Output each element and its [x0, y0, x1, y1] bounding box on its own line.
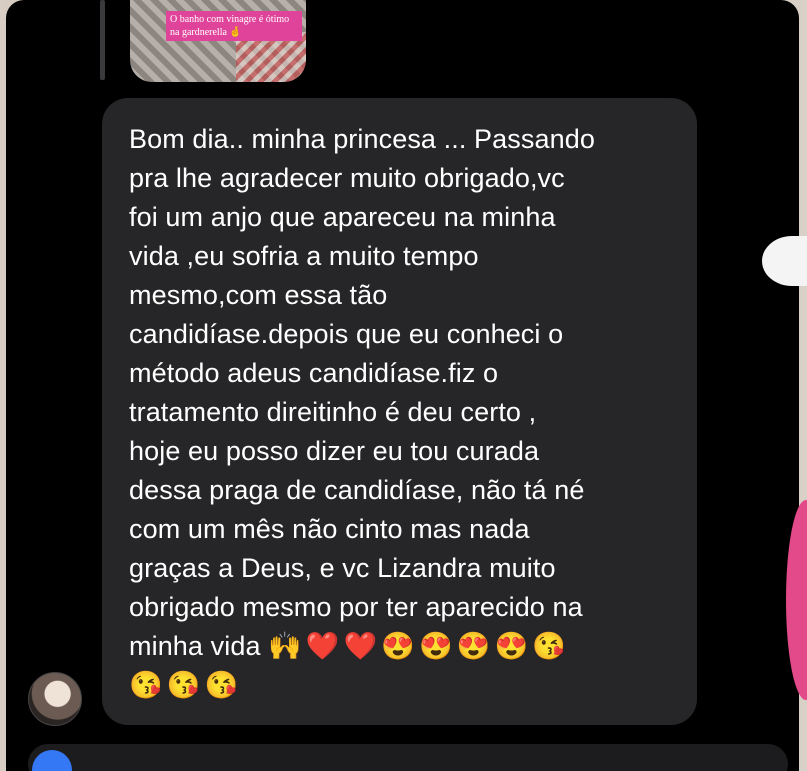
- emoji-heart-eyes: 😍: [381, 631, 416, 661]
- emoji-kiss: 😘: [204, 670, 239, 700]
- emoji-raising-hands: 🙌: [268, 631, 302, 661]
- emoji-heart-eyes: 😍: [419, 631, 453, 661]
- reply-thread-line: [100, 0, 105, 80]
- message-body: Bom dia.. minha princesa ... Passando pr…: [129, 124, 595, 661]
- emoji-heart-eyes: 😍: [456, 631, 491, 661]
- emoji-row: 😘 😘 😘: [129, 666, 677, 705]
- emoji-heart: ❤️: [343, 631, 378, 661]
- message-text: Bom dia.. minha princesa ... Passando pr…: [129, 120, 677, 705]
- emoji-kiss: 😘: [532, 631, 566, 661]
- chat-screen: O banho com vinagre é ótimo na gardnerel…: [6, 0, 799, 771]
- message-bubble[interactable]: Bom dia.. minha princesa ... Passando pr…: [102, 98, 697, 725]
- emoji-heart: ❤️: [305, 631, 340, 661]
- avatar[interactable]: [28, 672, 82, 726]
- message-composer[interactable]: [28, 744, 788, 771]
- emoji-heart-eyes: 😍: [494, 631, 529, 661]
- emoji-kiss: 😘: [129, 670, 163, 700]
- story-caption: O banho com vinagre é ótimo na gardnerel…: [166, 11, 302, 41]
- emoji-kiss: 😘: [166, 670, 201, 700]
- emoji-inline: 🙌 ❤️ ❤️ 😍 😍 😍 😍 😘: [268, 631, 570, 661]
- story-reply-thumbnail[interactable]: O banho com vinagre é ótimo na gardnerel…: [130, 0, 306, 82]
